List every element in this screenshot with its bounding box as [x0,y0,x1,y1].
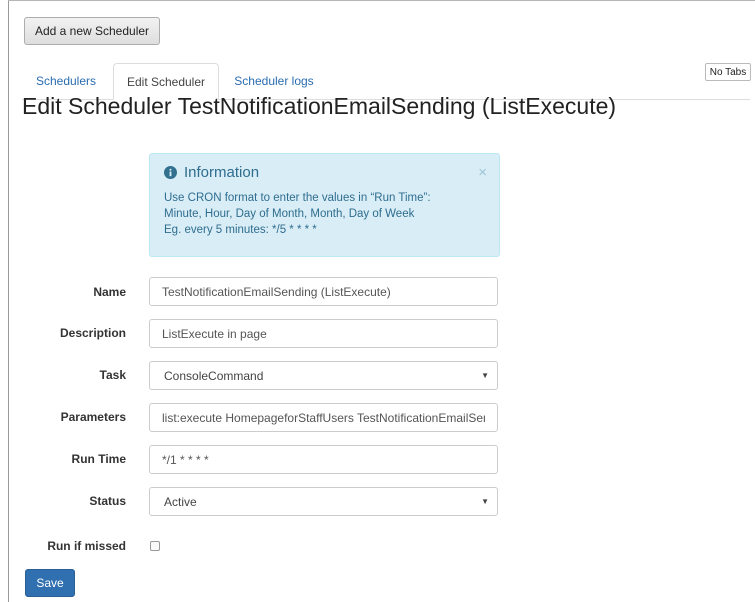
run-time-label: Run Time [71,452,126,466]
status-label: Status [89,494,126,508]
run-time-input[interactable] [149,445,498,474]
run-if-missed-label: Run if missed [47,539,126,553]
info-alert-header: Information [164,164,485,181]
info-icon [164,166,177,179]
run-if-missed-checkbox[interactable] [150,541,160,551]
task-select[interactable]: ConsoleCommand ▼ [149,361,498,390]
info-alert-line: Eg. every 5 minutes: */5 * * * * [164,224,317,236]
no-tabs-button[interactable]: No Tabs [705,63,751,81]
parameters-input[interactable] [149,403,498,432]
task-label: Task [99,368,126,382]
info-alert-line: Minute, Hour, Day of Month, Month, Day o… [164,208,415,220]
caret-down-icon: ▼ [481,371,489,380]
window-left-edge [8,0,9,602]
caret-down-icon: ▼ [481,497,489,506]
parameters-label: Parameters [60,410,126,424]
description-input[interactable] [149,319,498,348]
name-label: Name [93,285,126,299]
close-icon[interactable]: × [478,164,487,181]
description-label: Description [59,326,126,340]
status-select[interactable]: Active ▼ [149,487,498,516]
info-alert-line: Use CRON format to enter the values in “… [164,192,431,204]
add-scheduler-button[interactable]: Add a new Scheduler [24,17,160,45]
save-button[interactable]: Save [25,569,75,597]
name-input[interactable] [149,277,498,306]
window-top-edge [8,0,755,1]
page-title: Edit Scheduler TestNotificationEmailSend… [22,93,617,119]
info-alert: Information Use CRON format to enter the… [149,153,500,257]
status-select-value: Active [164,494,197,509]
info-alert-title: Information [184,164,260,181]
task-select-value: ConsoleCommand [164,368,264,383]
